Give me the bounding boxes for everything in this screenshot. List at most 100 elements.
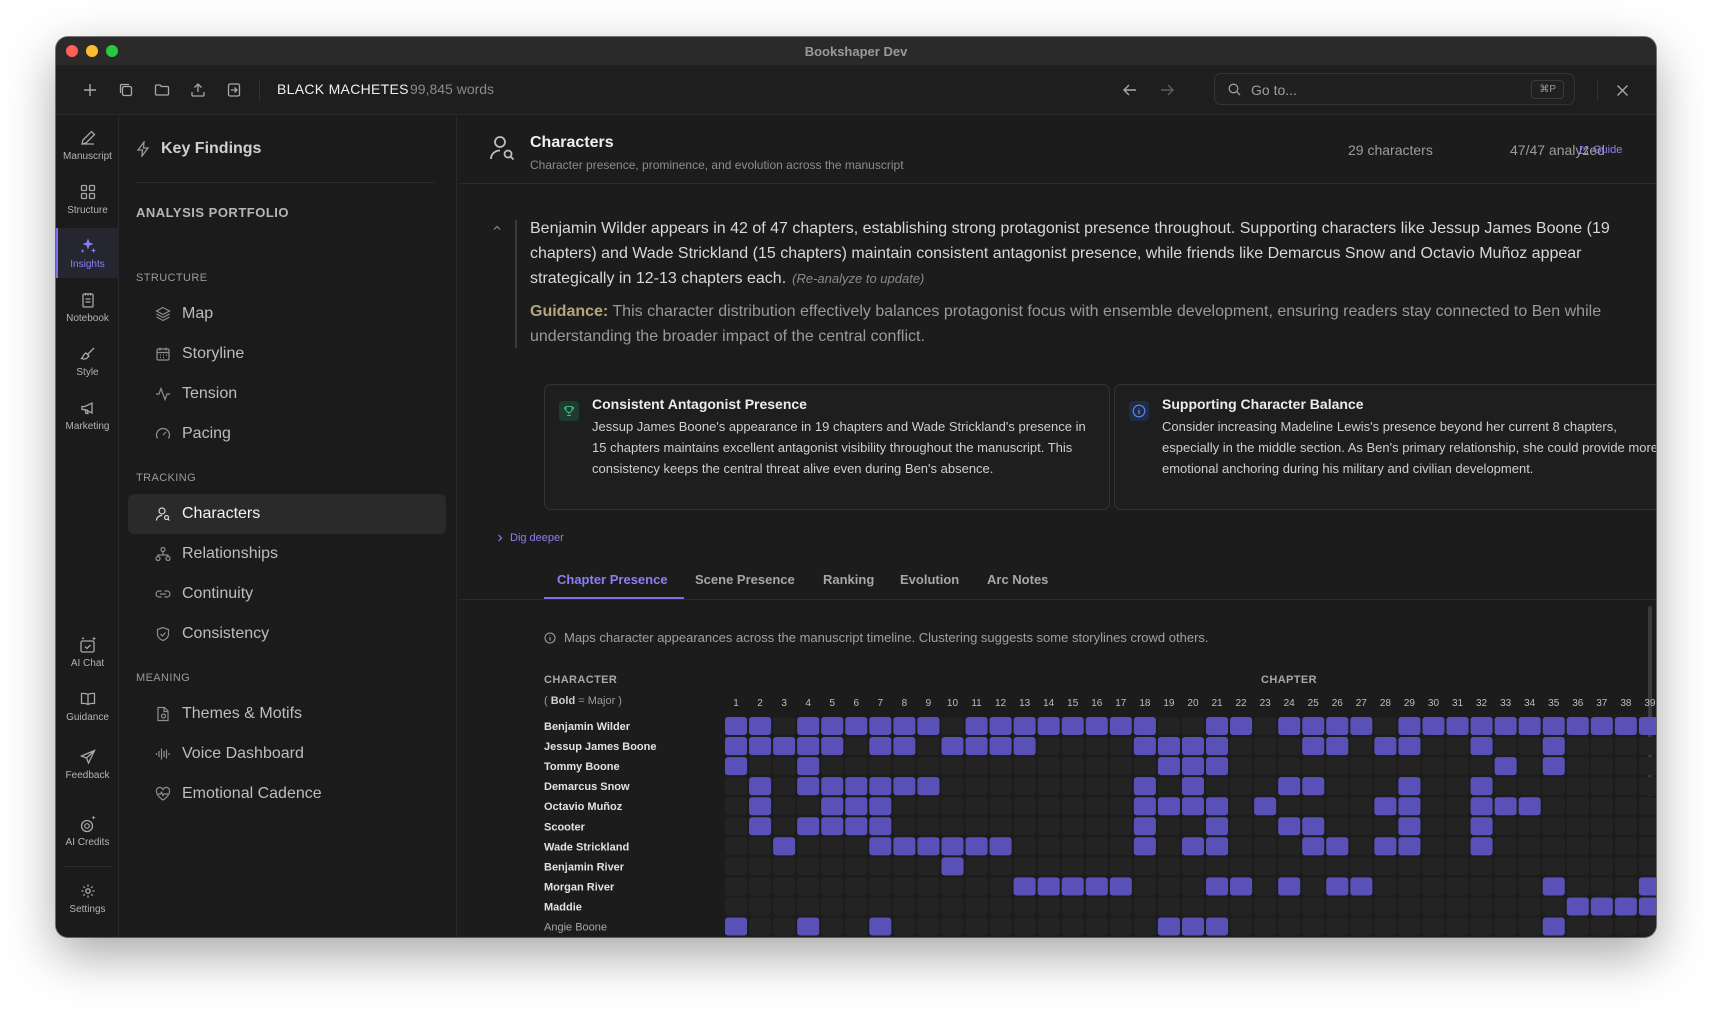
heatmap-cell-present[interactable] [845, 717, 868, 736]
heatmap-cell-present[interactable] [749, 717, 772, 736]
heatmap-cell-present[interactable] [749, 797, 772, 816]
heatmap-cell[interactable] [941, 757, 964, 776]
heatmap-cell[interactable] [1638, 777, 1656, 796]
heatmap-cell-present[interactable] [821, 797, 844, 816]
character-row-label[interactable]: Angie Boone [544, 922, 607, 934]
heatmap-cell[interactable] [989, 817, 1012, 836]
heatmap-cell[interactable] [1085, 737, 1108, 756]
heatmap-cell-present[interactable] [1230, 717, 1253, 736]
heatmap-cell[interactable] [1302, 877, 1325, 896]
heatmap-cell[interactable] [1518, 877, 1541, 896]
heatmap-cell-present[interactable] [1181, 737, 1204, 756]
heatmap-cell[interactable] [1278, 737, 1301, 756]
heatmap-cell[interactable] [1278, 917, 1301, 936]
heatmap-cell[interactable] [1037, 917, 1060, 936]
heatmap-cell[interactable] [1494, 857, 1517, 876]
heatmap-cell[interactable] [1230, 917, 1253, 936]
heatmap-cell[interactable] [725, 877, 748, 896]
heatmap-cell[interactable] [773, 777, 796, 796]
heatmap-cell-present[interactable] [1085, 877, 1108, 896]
heatmap-cell-present[interactable] [1037, 717, 1060, 736]
heatmap-cell[interactable] [941, 797, 964, 816]
heatmap-cell[interactable] [1278, 757, 1301, 776]
rail-item-ai-chat[interactable]: AI Chat [56, 627, 119, 677]
heatmap-cell[interactable] [1350, 757, 1373, 776]
heatmap-cell[interactable] [1037, 737, 1060, 756]
heatmap-cell[interactable] [1518, 777, 1541, 796]
heatmap-cell-present[interactable] [1614, 717, 1637, 736]
heatmap-cell-present[interactable] [1566, 897, 1589, 916]
heatmap-cell-present[interactable] [797, 717, 820, 736]
export-icon[interactable] [223, 79, 245, 101]
heatmap-cell[interactable] [1350, 837, 1373, 856]
heatmap-cell[interactable] [1157, 817, 1180, 836]
heatmap-cell-present[interactable] [1133, 777, 1156, 796]
heatmap-cell[interactable] [1157, 857, 1180, 876]
heatmap-cell-present[interactable] [1350, 717, 1373, 736]
heatmap-cell-present[interactable] [1638, 877, 1656, 896]
heatmap-cell[interactable] [1614, 917, 1637, 936]
heatmap-cell[interactable] [725, 817, 748, 836]
heatmap-cell[interactable] [965, 817, 988, 836]
heatmap-cell-present[interactable] [965, 717, 988, 736]
heatmap-cell-present[interactable] [845, 797, 868, 816]
heatmap-cell[interactable] [1398, 897, 1421, 916]
heatmap-cell[interactable] [821, 897, 844, 916]
heatmap-cell-present[interactable] [1133, 817, 1156, 836]
heatmap-cell[interactable] [1037, 897, 1060, 916]
heatmap-cell[interactable] [1422, 877, 1445, 896]
heatmap-cell-present[interactable] [1638, 897, 1656, 916]
heatmap-cell[interactable] [749, 857, 772, 876]
heatmap-cell-present[interactable] [1206, 797, 1229, 816]
heatmap-cell[interactable] [1326, 777, 1349, 796]
rail-item-manuscript[interactable]: Manuscript [56, 120, 119, 170]
heatmap-cell[interactable] [1350, 777, 1373, 796]
heatmap-cell-present[interactable] [1518, 797, 1541, 816]
heatmap-cell[interactable] [1278, 857, 1301, 876]
heatmap-cell-present[interactable] [1181, 777, 1204, 796]
heatmap-cell[interactable] [1518, 817, 1541, 836]
heatmap-cell-present[interactable] [1013, 737, 1036, 756]
heatmap-cell[interactable] [1422, 777, 1445, 796]
heatmap-cell[interactable] [1638, 817, 1656, 836]
heatmap-cell-present[interactable] [1326, 737, 1349, 756]
heatmap-cell[interactable] [725, 777, 748, 796]
heatmap-cell[interactable] [821, 757, 844, 776]
heatmap-cell-present[interactable] [773, 837, 796, 856]
heatmap-cell-present[interactable] [797, 817, 820, 836]
heatmap-cell[interactable] [1494, 837, 1517, 856]
heatmap-cell[interactable] [1061, 857, 1084, 876]
heatmap-cell[interactable] [797, 797, 820, 816]
heatmap-cell[interactable] [1638, 797, 1656, 816]
heatmap-cell-present[interactable] [1326, 837, 1349, 856]
heatmap-cell[interactable] [1494, 917, 1517, 936]
heatmap-cell-present[interactable] [1542, 737, 1565, 756]
heatmap-cell[interactable] [1566, 877, 1589, 896]
heatmap-cell-present[interactable] [1133, 717, 1156, 736]
heatmap-cell[interactable] [773, 897, 796, 916]
heatmap-cell[interactable] [1518, 837, 1541, 856]
heatmap-cell-present[interactable] [941, 857, 964, 876]
heatmap-cell[interactable] [1326, 897, 1349, 916]
heatmap-cell-present[interactable] [1350, 877, 1373, 896]
heatmap-cell[interactable] [1157, 777, 1180, 796]
heatmap-cell[interactable] [1614, 797, 1637, 816]
heatmap-cell[interactable] [1398, 877, 1421, 896]
heatmap-cell-present[interactable] [821, 777, 844, 796]
sidebar-item-tension[interactable]: Tension [128, 374, 446, 414]
heatmap-cell-present[interactable] [821, 817, 844, 836]
heatmap-cell-present[interactable] [1181, 797, 1204, 816]
character-row-label[interactable]: Maddie [544, 901, 582, 913]
heatmap-cell[interactable] [1133, 857, 1156, 876]
heatmap-cell-present[interactable] [1302, 817, 1325, 836]
sidebar-item-map[interactable]: Map [128, 294, 446, 334]
heatmap-cell[interactable] [1109, 857, 1132, 876]
heatmap-cell[interactable] [1037, 837, 1060, 856]
heatmap-cell[interactable] [1494, 817, 1517, 836]
heatmap-cell[interactable] [1085, 757, 1108, 776]
heatmap-cell[interactable] [1230, 897, 1253, 916]
heatmap-cell[interactable] [1326, 757, 1349, 776]
rail-item-ai-credits[interactable]: AI Credits [56, 806, 119, 856]
heatmap-cell-present[interactable] [1302, 777, 1325, 796]
heatmap-cell[interactable] [1590, 817, 1613, 836]
